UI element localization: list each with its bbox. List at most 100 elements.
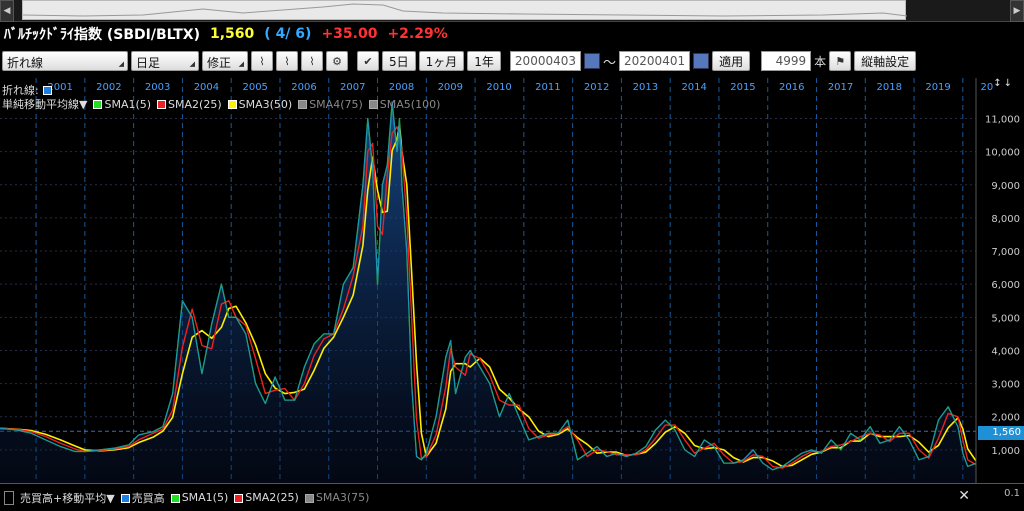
sma1-legend[interactable]: SMA1(5): [93, 98, 151, 111]
volume-panel-header: 売買高+移動平均▼ 売買高 SMA1(5) SMA2(25) SMA3(75) …: [0, 483, 1024, 511]
sma2-legend[interactable]: SMA2(25): [157, 98, 222, 111]
volume-sma3-label: SMA3(75): [315, 491, 370, 504]
sma5-label: SMA5(100): [379, 97, 441, 111]
range-1m-button[interactable]: 1ヶ月: [418, 51, 465, 71]
flag-icon[interactable]: ⚑: [829, 51, 852, 71]
range-separator: 〜: [603, 55, 617, 71]
chart-window: ◀ ▶ ﾊﾞﾙﾁｯｸﾄﾞﾗｲ指数 (SBDI/BLTX) 1,560 ( 4/ …: [0, 0, 1024, 511]
navigator-window[interactable]: [22, 0, 908, 20]
x-tick-label: 2017: [828, 82, 853, 93]
chart-area[interactable]: 11,000 10,000 9,000 8,000 7,000 6,000 5,000 4,0…: [0, 78, 1024, 483]
navigator-right-arrow[interactable]: ▶: [1010, 0, 1024, 22]
volume-swatch: [120, 494, 130, 503]
chevron-down-icon: ◢: [238, 60, 244, 68]
range-1y-button[interactable]: 1年: [467, 51, 501, 71]
current-price: 1,560: [210, 26, 255, 42]
sma3-label: SMA3(50): [238, 97, 293, 111]
x-tick-label: 2013: [633, 82, 658, 93]
volume-label: 売買高: [131, 491, 165, 505]
chart-type-value: 折れ線: [7, 56, 44, 70]
last-price-tag: 1,560: [978, 426, 1024, 440]
x-tick-label: 2005: [242, 82, 267, 93]
adjust-select[interactable]: 修正 ◢: [202, 51, 248, 71]
x-tick-label: 2010: [486, 82, 511, 93]
y-tick-label: 7,000: [991, 247, 1020, 258]
volume-sma1-legend[interactable]: SMA1(5): [170, 491, 229, 504]
sma1-swatch: [93, 100, 103, 109]
x-tick-label: 20: [980, 82, 993, 93]
navigator-overview-line: [22, 3, 908, 17]
close-icon[interactable]: ✕: [958, 488, 970, 504]
panel-grip-icon[interactable]: [4, 490, 14, 505]
volume-legend[interactable]: 売買高: [120, 490, 165, 506]
navigator-strip[interactable]: ◀ ▶: [0, 0, 1024, 22]
x-tick-label: 2019: [925, 82, 950, 93]
y-tick-label: 10,000: [985, 148, 1020, 159]
calendar-to-icon[interactable]: [693, 53, 710, 69]
line-chart-3-icon[interactable]: ⌇: [301, 51, 323, 71]
y-tick-label: 5,000: [991, 313, 1020, 324]
instrument-name: ﾊﾞﾙﾁｯｸﾄﾞﾗｲ指数 (SBDI/BLTX): [4, 27, 200, 43]
range-5d-button[interactable]: 5日: [382, 51, 416, 71]
volume-sma3-swatch: [304, 493, 314, 503]
price-change: +35.00: [321, 26, 378, 42]
x-tick-label: 2016: [779, 82, 804, 93]
price-change-pct: +2.29%: [387, 26, 448, 42]
volume-sma1-label: SMA1(5): [181, 491, 229, 504]
volume-scale-label: 0.1: [1004, 488, 1020, 499]
y-tick-label: 9,000: [991, 181, 1020, 192]
sma4-swatch: [298, 100, 308, 109]
check-icon[interactable]: ✔: [357, 51, 379, 71]
volume-panel-title[interactable]: 売買高+移動平均▼: [20, 490, 115, 506]
chevron-down-icon: ◢: [189, 60, 195, 68]
sma-legend-title[interactable]: 単純移動平均線▼: [2, 96, 87, 112]
axis-scale-arrows[interactable]: ↕↓: [993, 78, 1014, 89]
toolbar: 折れ線 ◢ 日足 ◢ 修正 ◢ ⌇ ⌇ ⌇ ⚙ ✔ 5日 1ヶ月 1年 2000040…: [0, 49, 1024, 73]
sma5-legend[interactable]: SMA5(100): [368, 97, 441, 111]
y-tick-label: 6,000: [991, 280, 1020, 291]
volume-sma2-legend[interactable]: SMA2(25): [234, 491, 299, 504]
x-tick-label: 2012: [584, 82, 609, 93]
price-date: ( 4/ 6): [264, 26, 312, 42]
apply-button[interactable]: 適用: [712, 51, 751, 71]
x-tick-label: 2008: [389, 82, 414, 93]
x-tick-label: 2006: [291, 82, 316, 93]
chevron-down-icon: ◢: [118, 60, 124, 68]
sma5-swatch: [368, 100, 378, 109]
x-tick-label: 2004: [194, 82, 219, 93]
line-chart-1-icon[interactable]: ⌇: [251, 51, 273, 71]
volume-sma1-swatch: [170, 493, 180, 503]
gear-icon[interactable]: ⚙: [326, 51, 348, 71]
line-swatch[interactable]: [42, 85, 52, 95]
line-chart-2-icon[interactable]: ⌇: [276, 51, 298, 71]
navigator-left-arrow[interactable]: ◀: [0, 0, 14, 22]
sma3-legend[interactable]: SMA3(50): [227, 97, 293, 111]
x-tick-label: 2015: [730, 82, 755, 93]
volume-sma2-label: SMA2(25): [245, 491, 299, 504]
bars-unit: 本: [814, 54, 827, 69]
adjust-value: 修正: [207, 56, 232, 70]
sma2-label: SMA2(25): [168, 97, 222, 111]
axis-settings-button[interactable]: 縦軸設定: [854, 51, 917, 71]
x-tick-label: 2018: [877, 82, 902, 93]
y-tick-label: 3,000: [991, 380, 1020, 391]
y-tick-label: 8,000: [991, 214, 1020, 225]
price-area: [0, 101, 976, 483]
x-tick-label: 2007: [340, 82, 365, 93]
period-value: 日足: [136, 56, 161, 70]
date-to-input[interactable]: 20200401: [619, 51, 691, 71]
period-select[interactable]: 日足 ◢: [131, 51, 199, 71]
sma1-label: SMA1(5): [104, 97, 152, 111]
sma4-legend[interactable]: SMA4(75): [298, 98, 363, 111]
price-chart[interactable]: 11,000 10,000 9,000 8,000 7,000 6,000 5,000 4,0…: [0, 78, 1024, 483]
bars-count-input[interactable]: 4999: [761, 51, 812, 71]
chart-type-select[interactable]: 折れ線 ◢: [2, 51, 128, 71]
sma4-label: SMA4(75): [309, 97, 363, 111]
calendar-from-icon[interactable]: [584, 53, 600, 69]
volume-sma3-legend[interactable]: SMA3(75): [304, 491, 370, 504]
y-tick-label: 1,000: [991, 446, 1020, 457]
x-tick-label: 2002: [96, 82, 121, 93]
x-tick-label: 2009: [438, 82, 463, 93]
date-from-input[interactable]: 20000403: [509, 51, 581, 71]
sma3-swatch: [227, 100, 237, 109]
